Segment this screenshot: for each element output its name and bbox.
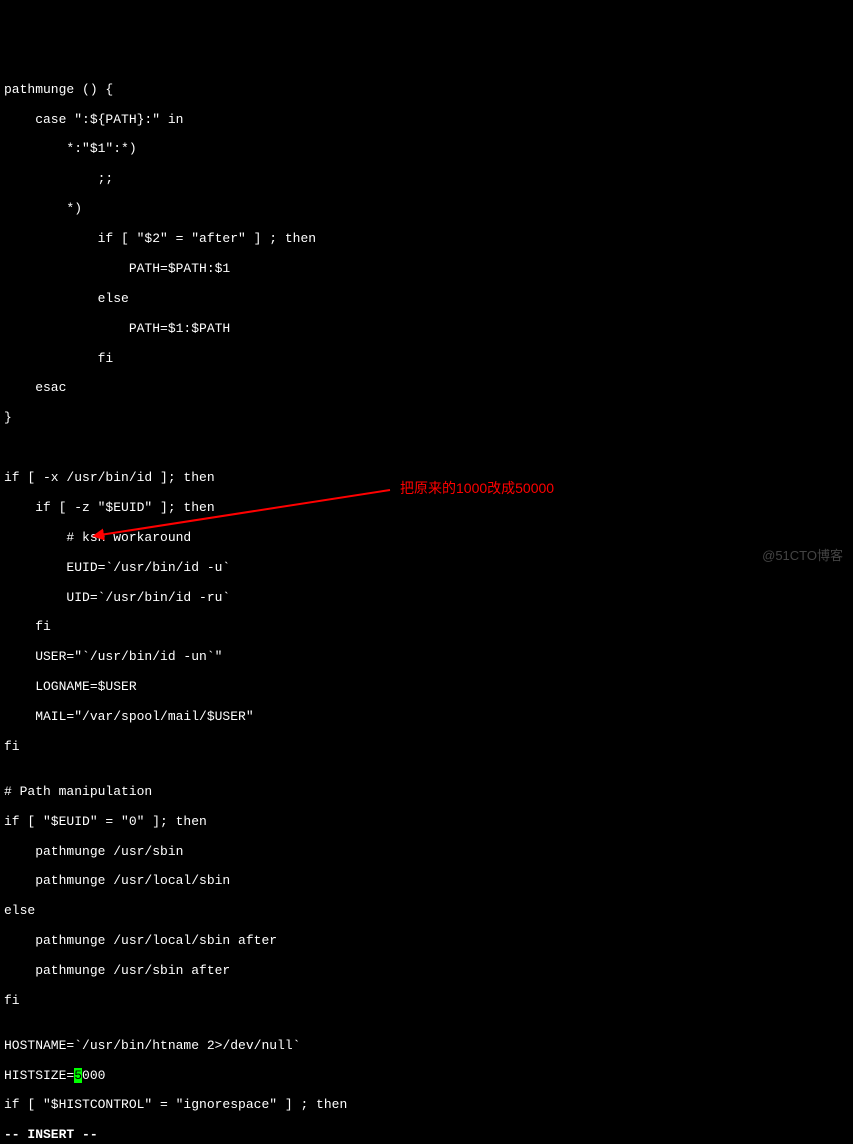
code-line: EUID=`/usr/bin/id -u` [4,561,849,576]
code-line: if [ -z "$EUID" ]; then [4,501,849,516]
code-line: HOSTNAME=`/usr/bin/htname 2>/dev/null` [4,1039,849,1054]
code-line: MAIL="/var/spool/mail/$USER" [4,710,849,725]
code-line: } [4,411,849,426]
code-line: *) [4,202,849,217]
code-line: PATH=$1:$PATH [4,322,849,337]
code-line: USER="`/usr/bin/id -un`" [4,650,849,665]
annotation-text: 把原来的1000改成50000 [400,480,554,496]
cursor-position: 5 [74,1068,82,1083]
terminal-editor[interactable]: pathmunge () { case ":${PATH}:" in *:"$1… [0,60,853,1144]
code-line: fi [4,740,849,755]
code-line: pathmunge /usr/sbin [4,845,849,860]
code-line: # ksh workaround [4,531,849,546]
code-line: UID=`/usr/bin/id -ru` [4,591,849,606]
code-line: pathmunge /usr/local/sbin after [4,934,849,949]
code-line: PATH=$PATH:$1 [4,262,849,277]
code-line: *:"$1":*) [4,142,849,157]
code-line: pathmunge /usr/local/sbin [4,874,849,889]
watermark: @51CTO博客 [762,549,843,564]
code-line: LOGNAME=$USER [4,680,849,695]
vim-mode-status: -- INSERT -- [4,1128,849,1143]
code-line: case ":${PATH}:" in [4,113,849,128]
code-line: if [ "$EUID" = "0" ]; then [4,815,849,830]
code-line: fi [4,620,849,635]
code-line: # Path manipulation [4,785,849,800]
code-line: else [4,904,849,919]
code-line: ;; [4,172,849,187]
code-line: pathmunge /usr/sbin after [4,964,849,979]
code-line: esac [4,381,849,396]
code-line: fi [4,994,849,1009]
histsize-line: HISTSIZE=5000 [4,1069,849,1084]
code-line: fi [4,352,849,367]
code-line: if [ "$HISTCONTROL" = "ignorespace" ] ; … [4,1098,849,1113]
code-line: pathmunge () { [4,83,849,98]
code-line: else [4,292,849,307]
code-line: if [ "$2" = "after" ] ; then [4,232,849,247]
